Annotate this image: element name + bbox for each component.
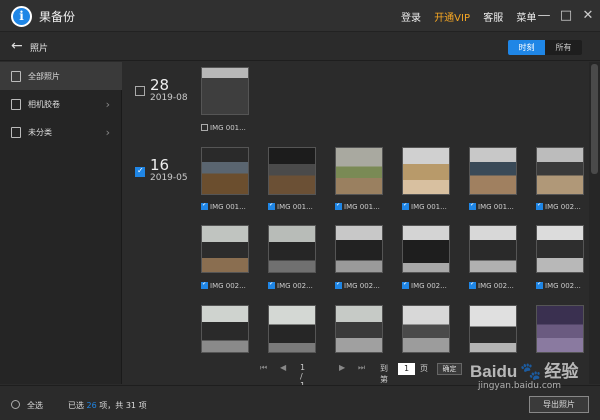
scrollbar-thumb[interactable] — [591, 64, 598, 174]
photo-thumbnail[interactable] — [268, 225, 316, 273]
selected-count: 26 — [86, 401, 97, 410]
photo-checkbox[interactable] — [402, 203, 409, 210]
group-checkbox[interactable] — [135, 166, 145, 177]
confirm-button[interactable]: 确定 — [437, 363, 462, 375]
photo-thumbnail[interactable] — [201, 305, 249, 353]
login-link[interactable]: 登录 — [401, 13, 421, 24]
photo-thumbnail[interactable] — [536, 147, 584, 195]
minimize-button[interactable]: — — [534, 6, 554, 26]
photo-checkbox[interactable] — [469, 282, 476, 289]
page-unit: 页 — [420, 364, 428, 373]
photo-checkbox[interactable] — [536, 282, 543, 289]
photo-caption[interactable]: IMG 001... — [201, 124, 256, 134]
sidebar-item-camera-roll[interactable]: 相机胶卷 › — [0, 90, 122, 118]
photo-thumbnail[interactable] — [402, 147, 450, 195]
photo-caption[interactable]: IMG 002... — [268, 282, 323, 292]
last-page-icon[interactable]: ⏭ — [358, 363, 365, 373]
photo-thumbnail[interactable] — [335, 147, 383, 195]
sidebar-item-label: 全部照片 — [28, 71, 60, 81]
photo-checkbox[interactable] — [335, 203, 342, 210]
photo-checkbox[interactable] — [268, 282, 275, 289]
page-title: 照片 — [30, 44, 49, 54]
total-count: 31 — [125, 401, 137, 410]
sidebar-item-uncategorized[interactable]: 未分类 › — [0, 118, 122, 146]
sub-header: ← 照片 时刻 所有 — [0, 33, 600, 61]
baidu-watermark: Baidu 🐾 经验 jingyan.baidu.com — [470, 362, 579, 391]
goto-label: 到第 — [380, 364, 388, 384]
photo-caption[interactable]: IMG 002... — [469, 282, 524, 292]
photo-thumbnail[interactable] — [201, 147, 249, 195]
photo-checkbox[interactable] — [402, 282, 409, 289]
select-all-label[interactable]: 全选 — [27, 400, 43, 411]
document-icon — [11, 70, 21, 82]
prev-page-icon[interactable]: ◀ — [280, 363, 286, 372]
app-logo-icon — [11, 6, 32, 27]
select-all-radio[interactable] — [11, 400, 20, 409]
photo-caption[interactable]: IMG 001... — [268, 203, 323, 213]
photo-caption[interactable]: IMG 001... — [402, 203, 457, 213]
sidebar-item-label: 相机胶卷 — [28, 99, 60, 109]
photo-checkbox[interactable] — [201, 282, 208, 289]
photo-caption[interactable]: IMG 002... — [201, 282, 256, 292]
group-month: 2019-05 — [150, 173, 188, 183]
photo-caption[interactable]: IMG 001... — [201, 203, 256, 213]
group-month: 2019-08 — [150, 93, 188, 103]
image-icon — [11, 98, 21, 110]
chevron-right-icon: › — [105, 125, 110, 139]
sidebar-item-all-photos[interactable]: 全部照片 — [0, 62, 122, 90]
sidebar-item-label: 未分类 — [28, 127, 52, 137]
selection-summary: 已选 26 项，共 31 项 — [68, 401, 147, 410]
next-page-icon[interactable]: ▶ — [339, 363, 345, 372]
photo-thumbnail[interactable] — [335, 225, 383, 273]
tab-time[interactable]: 时刻 — [508, 40, 545, 55]
photo-caption[interactable]: IMG 002... — [536, 282, 591, 292]
photo-thumbnail[interactable] — [268, 147, 316, 195]
title-bar: 果备份 登录 开通VIP 客服 菜单 — □ ✕ — [0, 0, 600, 32]
maximize-button[interactable]: □ — [556, 6, 576, 26]
image-icon — [11, 126, 21, 138]
view-toggle: 时刻 所有 — [508, 40, 582, 55]
photo-checkbox[interactable] — [201, 203, 208, 210]
photo-checkbox[interactable] — [536, 203, 543, 210]
photo-caption[interactable]: IMG 001... — [335, 203, 390, 213]
paw-icon: 🐾 — [520, 362, 542, 381]
photo-thumbnail[interactable] — [402, 225, 450, 273]
photo-caption[interactable]: IMG 002... — [536, 203, 591, 213]
photo-thumbnail[interactable] — [201, 225, 249, 273]
sidebar: 全部照片 相机胶卷 › 未分类 › — [0, 62, 122, 384]
photo-thumbnail[interactable] — [201, 67, 249, 115]
support-link[interactable]: 客服 — [483, 13, 503, 24]
goto-page-input[interactable]: 1 — [398, 363, 415, 375]
photo-checkbox[interactable] — [469, 203, 476, 210]
photo-caption[interactable]: IMG 001... — [469, 203, 524, 213]
tab-all[interactable]: 所有 — [545, 40, 582, 55]
first-page-icon[interactable]: ⏮ — [260, 363, 267, 373]
top-menu: 登录 开通VIP 客服 菜单 — [401, 9, 546, 24]
group-day: 28 — [150, 76, 170, 94]
app-title: 果备份 — [39, 10, 76, 24]
photo-thumbnail[interactable] — [536, 305, 584, 353]
photo-checkbox[interactable] — [268, 203, 275, 210]
group-checkbox[interactable] — [135, 86, 145, 96]
photo-checkbox[interactable] — [201, 124, 208, 131]
photo-checkbox[interactable] — [335, 282, 342, 289]
photo-thumbnail[interactable] — [469, 225, 517, 273]
photo-thumbnail[interactable] — [469, 305, 517, 353]
photo-caption[interactable]: IMG 002... — [335, 282, 390, 292]
photo-thumbnail[interactable] — [268, 305, 316, 353]
photo-caption[interactable]: IMG 002... — [402, 282, 457, 292]
photo-thumbnail[interactable] — [402, 305, 450, 353]
photo-thumbnail[interactable] — [335, 305, 383, 353]
back-arrow-icon[interactable]: ← — [11, 39, 23, 53]
photo-thumbnail[interactable] — [469, 147, 517, 195]
vip-link[interactable]: 开通VIP — [434, 13, 470, 24]
photo-thumbnail[interactable] — [536, 225, 584, 273]
chevron-right-icon: › — [105, 97, 110, 111]
close-button[interactable]: ✕ — [578, 6, 598, 26]
group-day: 16 — [150, 156, 170, 174]
